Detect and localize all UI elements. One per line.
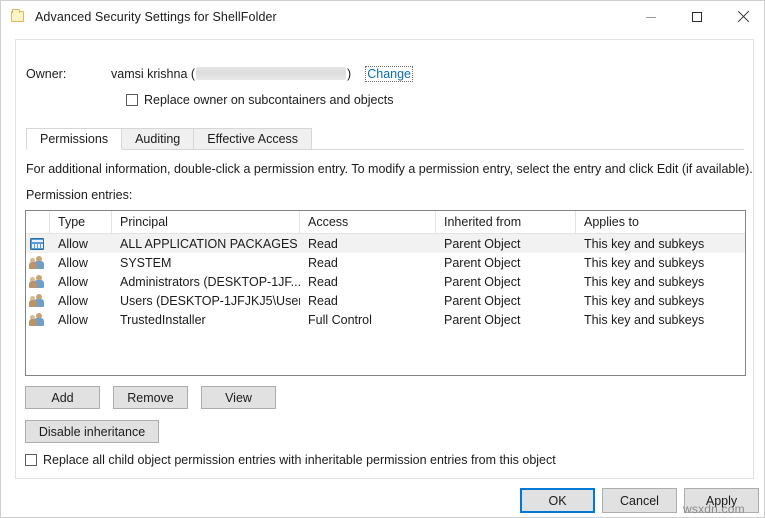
table-row[interactable]: Allow ALL APPLICATION PACKAGES Read Pare… (26, 234, 745, 253)
row-applies-to: This key and subkeys (584, 255, 705, 270)
close-icon[interactable] (720, 1, 764, 33)
replace-child-permissions-checkbox-row[interactable]: Replace all child object permission entr… (25, 453, 556, 467)
table-header-row: Type Principal Access Inherited from App… (26, 211, 745, 234)
row-access: Read (308, 255, 338, 270)
tab-underline (26, 149, 744, 150)
row-type: Allow (58, 312, 88, 327)
advanced-security-settings-dialog: Advanced Security Settings for ShellFold… (0, 0, 765, 518)
row-type: Allow (58, 236, 88, 251)
replace-child-permissions-checkbox[interactable] (25, 454, 37, 466)
content-panel: Owner: vamsi krishna () Change Replace o… (15, 39, 754, 479)
tab-auditing[interactable]: Auditing (121, 128, 195, 150)
owner-row: Owner: vamsi krishna () Change (26, 66, 414, 82)
minimize-icon[interactable] (628, 1, 674, 33)
column-header-principal[interactable]: Principal (112, 211, 300, 234)
owner-label: Owner: (26, 67, 67, 81)
users-group-icon (26, 291, 50, 310)
column-header-icon (26, 211, 50, 234)
users-group-icon (26, 310, 50, 329)
table-row[interactable]: Allow TrustedInstaller Full Control Pare… (26, 310, 745, 329)
dialog-footer: OK Cancel Apply (1, 485, 764, 517)
owner-close-paren: ) (347, 67, 352, 81)
column-header-applies-to[interactable]: Applies to (576, 211, 745, 234)
column-header-inherited-from[interactable]: Inherited from (436, 211, 576, 234)
tab-effective-access[interactable]: Effective Access (193, 128, 313, 150)
users-group-icon (26, 272, 50, 291)
row-inherited-from: Parent Object (444, 293, 521, 308)
row-principal: ALL APPLICATION PACKAGES (120, 236, 298, 251)
change-owner-link[interactable]: Change (365, 66, 414, 82)
tab-permissions[interactable]: Permissions (26, 128, 123, 150)
row-access: Read (308, 293, 338, 308)
row-principal: SYSTEM (120, 255, 172, 270)
row-applies-to: This key and subkeys (584, 293, 705, 308)
owner-name: vamsi krishna ( (111, 67, 196, 81)
row-access: Read (308, 274, 338, 289)
row-applies-to: This key and subkeys (584, 312, 705, 327)
table-row[interactable]: Allow SYSTEM Read Parent Object This key… (26, 253, 745, 272)
description-text: For additional information, double-click… (26, 162, 753, 176)
permission-entries-table[interactable]: Type Principal Access Inherited from App… (25, 210, 746, 376)
app-package-icon (26, 234, 50, 253)
owner-redacted-account (196, 67, 347, 80)
apply-button[interactable]: Apply (684, 488, 759, 513)
maximize-icon[interactable] (674, 1, 720, 33)
table-row[interactable]: Allow Administrators (DESKTOP-1JF... Rea… (26, 272, 745, 291)
disable-inheritance-button[interactable]: Disable inheritance (25, 420, 159, 443)
replace-owner-checkbox[interactable] (126, 94, 138, 106)
entry-action-buttons: Add Remove View (25, 386, 289, 409)
row-type: Allow (58, 293, 88, 308)
owner-value: vamsi krishna () (111, 67, 351, 81)
row-type: Allow (58, 274, 88, 289)
row-inherited-from: Parent Object (444, 312, 521, 327)
row-inherited-from: Parent Object (444, 236, 521, 251)
row-inherited-from: Parent Object (444, 274, 521, 289)
tab-strip: Permissions Auditing Effective Access (26, 128, 744, 150)
replace-owner-label: Replace owner on subcontainers and objec… (144, 93, 394, 107)
permission-entries-label: Permission entries: (26, 188, 133, 202)
row-applies-to: This key and subkeys (584, 236, 705, 251)
add-button[interactable]: Add (25, 386, 100, 409)
row-access: Full Control (308, 312, 372, 327)
row-principal: TrustedInstaller (120, 312, 206, 327)
row-principal: Users (DESKTOP-1JFJKJ5\Users) (120, 293, 300, 308)
ok-button[interactable]: OK (520, 488, 595, 513)
row-access: Read (308, 236, 338, 251)
title-bar: Advanced Security Settings for ShellFold… (1, 1, 764, 33)
row-type: Allow (58, 255, 88, 270)
replace-child-permissions-label: Replace all child object permission entr… (43, 453, 556, 467)
row-principal: Administrators (DESKTOP-1JF... (120, 274, 300, 289)
row-inherited-from: Parent Object (444, 255, 521, 270)
window-title: Advanced Security Settings for ShellFold… (35, 10, 277, 24)
column-header-type[interactable]: Type (50, 211, 112, 234)
view-button[interactable]: View (201, 386, 276, 409)
window-controls (628, 1, 764, 33)
table-row[interactable]: Allow Users (DESKTOP-1JFJKJ5\Users) Read… (26, 291, 745, 310)
replace-owner-checkbox-row[interactable]: Replace owner on subcontainers and objec… (126, 93, 393, 107)
folder-icon (10, 9, 26, 25)
remove-button[interactable]: Remove (113, 386, 188, 409)
row-applies-to: This key and subkeys (584, 274, 705, 289)
column-header-access[interactable]: Access (300, 211, 436, 234)
users-group-icon (26, 253, 50, 272)
cancel-button[interactable]: Cancel (602, 488, 677, 513)
